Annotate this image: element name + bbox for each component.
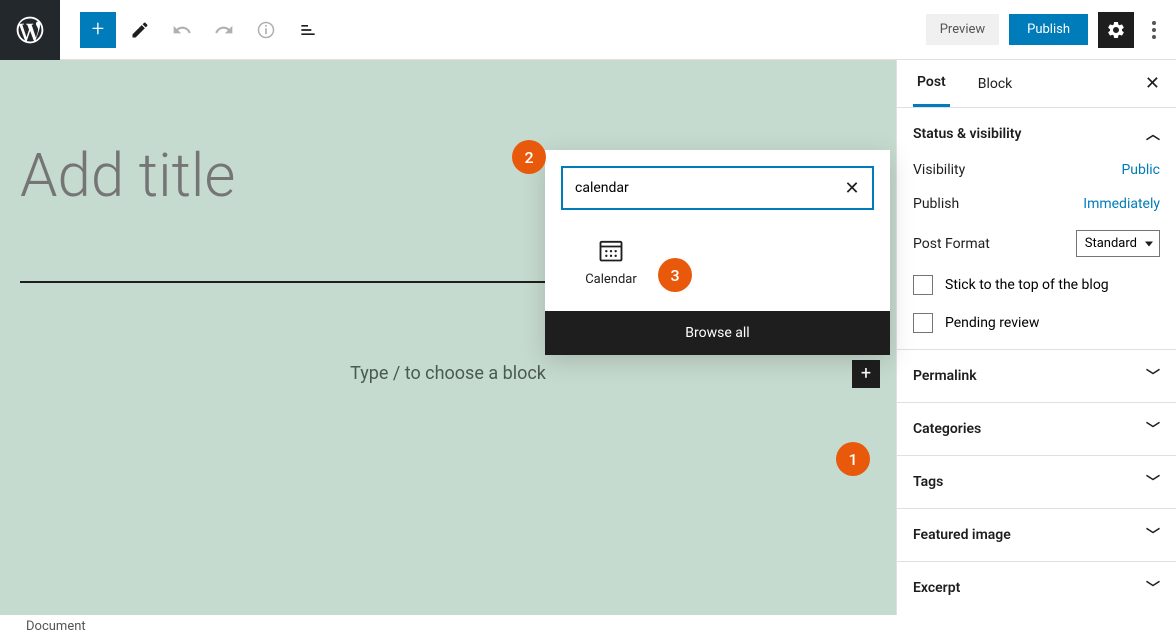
wordpress-icon [14,14,46,46]
panel-excerpt: Excerpt ﹀ [897,562,1176,614]
toolbar-left-group: + [80,12,326,48]
block-option-label: Calendar [561,272,661,287]
bottom-bar: Document [0,615,896,638]
chevron-down-icon: ﹀ [1146,578,1160,598]
panel-permalink: Permalink ﹀ [897,350,1176,403]
chevron-down-icon: ﹀ [1146,419,1160,439]
edit-tool-button[interactable] [122,12,158,48]
settings-button[interactable] [1098,12,1134,48]
redo-button[interactable] [206,12,242,48]
add-block-button[interactable]: + [80,12,116,48]
calendar-icon [597,236,625,264]
publish-button[interactable]: Publish [1009,14,1088,45]
list-view-icon [298,20,318,40]
wordpress-logo[interactable] [0,0,60,60]
publish-label: Publish [913,196,959,212]
panel-title: Excerpt [913,580,960,596]
inline-add-block-button[interactable]: + [852,360,880,388]
pencil-icon [130,20,150,40]
tab-block[interactable]: Block [974,62,1017,106]
inserter-results: Calendar [545,226,890,311]
sidebar-tabs: Post Block ✕ [897,60,1176,108]
block-inserter-popover: ✕ Calendar Browse all [545,150,890,355]
post-format-select[interactable]: Standard [1076,230,1160,257]
post-format-label: Post Format [913,236,990,252]
kebab-icon [1152,21,1156,39]
inserter-search-wrap: ✕ [545,150,890,226]
browse-all-button[interactable]: Browse all [545,311,890,355]
block-placeholder-text: Type / to choose a block [350,363,546,384]
block-option-calendar[interactable]: Calendar [561,236,661,287]
block-placeholder-row[interactable]: Type / to choose a block + [0,363,896,384]
panel-status-visibility-body: Visibility Public Publish Immediately Po… [913,162,1160,333]
panel-featured-image: Featured image ﹀ [897,509,1176,562]
info-button[interactable] [248,12,284,48]
gear-icon [1106,20,1126,40]
annotation-badge-3: 3 [658,258,692,292]
pending-label: Pending review [945,315,1039,331]
redo-icon [214,20,234,40]
top-toolbar: + Preview Publish [0,0,1176,60]
preview-button[interactable]: Preview [926,14,999,45]
pending-checkbox[interactable] [913,313,933,333]
chevron-down-icon: ﹀ [1146,472,1160,492]
panel-title: Status & visibility [913,126,1021,142]
panel-permalink-header[interactable]: Permalink ﹀ [913,366,1160,386]
panel-excerpt-header[interactable]: Excerpt ﹀ [913,578,1160,598]
stick-checkbox[interactable] [913,275,933,295]
annotation-badge-2: 2 [512,140,546,174]
info-icon [256,20,276,40]
tab-post[interactable]: Post [913,60,950,107]
more-options-button[interactable] [1144,12,1164,48]
panel-tags-header[interactable]: Tags ﹀ [913,472,1160,492]
panel-categories: Categories ﹀ [897,403,1176,456]
panel-title: Featured image [913,527,1011,543]
inserter-search-input[interactable] [561,166,874,210]
stick-label: Stick to the top of the blog [945,277,1109,293]
visibility-value[interactable]: Public [1121,162,1160,178]
panel-status-visibility-header[interactable]: Status & visibility ︿ [913,124,1160,144]
panel-status-visibility: Status & visibility ︿ Visibility Public … [897,108,1176,350]
inserter-clear-button[interactable]: ✕ [842,178,862,198]
annotation-badge-1: 1 [836,442,870,476]
undo-button[interactable] [164,12,200,48]
chevron-down-icon: ﹀ [1146,525,1160,545]
panel-title: Tags [913,474,943,490]
publish-value[interactable]: Immediately [1083,196,1160,212]
panel-featured-image-header[interactable]: Featured image ﹀ [913,525,1160,545]
panel-tags: Tags ﹀ [897,456,1176,509]
close-sidebar-button[interactable]: ✕ [1145,73,1160,94]
toolbar-right-group: Preview Publish [926,12,1164,48]
panel-categories-header[interactable]: Categories ﹀ [913,419,1160,439]
panel-title: Categories [913,421,981,437]
outline-button[interactable] [290,12,326,48]
undo-icon [172,20,192,40]
chevron-up-icon: ︿ [1146,124,1160,144]
panel-title: Permalink [913,368,977,384]
visibility-label: Visibility [913,162,965,178]
settings-sidebar: Post Block ✕ Status & visibility ︿ Visib… [896,60,1176,615]
chevron-down-icon: ﹀ [1146,366,1160,386]
document-breadcrumb[interactable]: Document [26,619,86,634]
